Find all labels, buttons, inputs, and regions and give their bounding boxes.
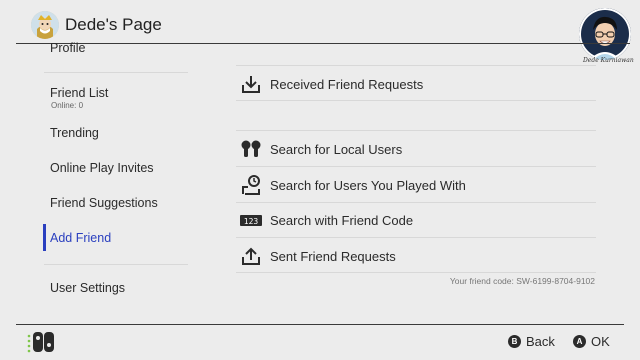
friend-code-text: Your friend code: SW-6199-8704-9102 (449, 276, 595, 286)
sidebar-item-profile[interactable]: Profile (50, 41, 85, 55)
main-divider (236, 166, 596, 167)
main-divider (236, 237, 596, 238)
inbox-download-icon (240, 73, 262, 95)
sent-friend-requests-item[interactable]: Sent Friend Requests (236, 239, 596, 273)
user-avatar-large[interactable] (579, 8, 631, 60)
main-divider (236, 130, 596, 131)
sidebar-item-friend-list[interactable]: Friend List (50, 86, 108, 100)
avatar-signature: Dede Kurniawan (583, 57, 634, 64)
joycon-controller-icon (27, 331, 57, 353)
main-divider (236, 65, 596, 66)
online-count: Online: 0 (51, 101, 84, 110)
footer-divider (16, 324, 624, 325)
sent-friend-requests-label: Sent Friend Requests (270, 249, 396, 264)
local-users-icon (240, 138, 262, 160)
search-friend-code-item[interactable]: 123 Search with Friend Code (236, 203, 596, 237)
header-divider (16, 43, 630, 44)
sidebar-item-trending[interactable]: Trending (50, 126, 99, 140)
search-played-with-item[interactable]: Search for Users You Played With (236, 168, 596, 202)
active-indicator (43, 224, 46, 251)
main-divider (236, 100, 596, 101)
a-button-icon: A (573, 335, 586, 348)
b-button-icon: B (508, 335, 521, 348)
received-friend-requests-label: Received Friend Requests (270, 77, 424, 92)
sidebar-divider (44, 72, 188, 73)
search-local-users-label: Search for Local Users (270, 142, 403, 157)
sidebar-divider (44, 264, 188, 265)
sidebar-item-friend-suggestions[interactable]: Friend Suggestions (50, 196, 158, 210)
sidebar-item-user-settings[interactable]: User Settings (50, 281, 125, 295)
search-local-users-item[interactable]: Search for Local Users (236, 132, 596, 166)
page-title: Dede's Page (65, 15, 162, 34)
received-friend-requests-item[interactable]: Received Friend Requests (236, 67, 596, 101)
user-avatar-small[interactable] (31, 11, 59, 39)
page-header: Dede's Page Dede Kurniawan (0, 0, 640, 64)
back-button-label: Back (526, 334, 555, 349)
sidebar-item-add-friend[interactable]: Add Friend (50, 231, 111, 245)
played-with-icon (240, 174, 262, 196)
search-friend-code-label: Search with Friend Code (270, 213, 414, 228)
number-code-icon-text: 123 (244, 217, 259, 226)
search-played-with-label: Search for Users You Played With (270, 178, 466, 193)
number-code-icon: 123 (240, 209, 262, 231)
sidebar-item-online-play-invites[interactable]: Online Play Invites (50, 161, 154, 175)
outbox-upload-icon (240, 245, 262, 267)
main-divider (236, 272, 596, 273)
ok-button-label: OK (591, 334, 610, 349)
